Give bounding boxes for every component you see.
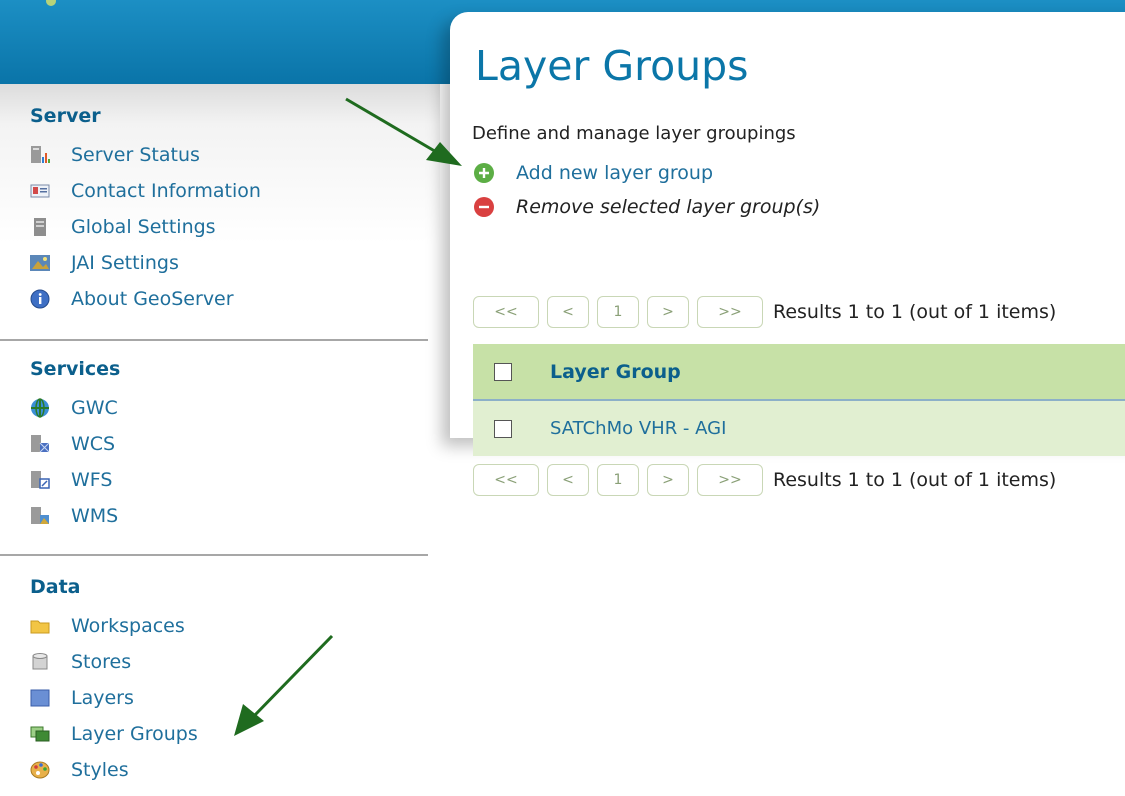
arrow-to-add-link [345, 97, 462, 166]
annotation-arrows [234, 97, 462, 736]
arrow-to-layer-groups-item [234, 634, 334, 736]
